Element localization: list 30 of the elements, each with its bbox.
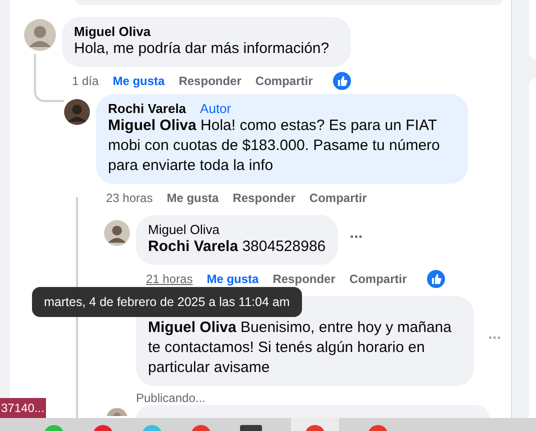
thread-line xyxy=(34,54,64,102)
author-role-label: Autor xyxy=(200,101,232,116)
active-app-button[interactable] xyxy=(291,418,339,431)
like-reaction-icon[interactable] xyxy=(426,270,445,288)
comment-text: Rochi Varela 3804528986 xyxy=(148,237,326,257)
more-options-button[interactable]: ··· xyxy=(350,229,363,247)
author-name[interactable]: Rochi Varela xyxy=(108,101,186,116)
timestamp-link[interactable]: 1 día xyxy=(72,74,99,88)
reply-link[interactable]: Responder xyxy=(232,191,296,205)
timestamp-link[interactable]: 21 horas xyxy=(146,272,193,286)
date-tooltip: martes, 4 de febrero de 2025 a las 11:04 am xyxy=(32,287,302,317)
posting-status: Publicando... xyxy=(136,390,206,405)
share-link[interactable]: Compartir xyxy=(255,74,313,88)
reply-link[interactable]: Responder xyxy=(178,74,242,88)
timestamp-link[interactable]: 23 horas xyxy=(106,191,153,205)
like-link[interactable]: Me gusta xyxy=(206,272,259,286)
reply-link[interactable]: Responder xyxy=(272,272,336,286)
notification-tag[interactable]: 37140... xyxy=(0,398,46,418)
author-name[interactable]: Miguel Oliva xyxy=(74,24,151,39)
author-name[interactable]: Miguel Oliva xyxy=(148,222,220,237)
like-link[interactable]: Me gusta xyxy=(166,191,219,205)
comment-text: Hola, me podría dar más información? xyxy=(74,39,330,59)
avatar[interactable] xyxy=(104,220,130,246)
share-link[interactable]: Compartir xyxy=(349,272,407,286)
comment-text: Miguel Oliva Hola! como estas? Es para un FIAT mobi con cuotas de $183.000. Pasame tu número para enviarte toda la info xyxy=(108,116,441,176)
like-link[interactable]: Me gusta xyxy=(112,74,165,88)
like-reaction-icon[interactable] xyxy=(332,72,351,90)
share-link[interactable]: Compartir xyxy=(309,191,367,205)
comment-text: Miguel Oliva Buenisimo, entre hoy y mañana te contactamos! Si tenés algún horario en particular avisame xyxy=(148,318,452,378)
avatar[interactable] xyxy=(64,99,90,125)
